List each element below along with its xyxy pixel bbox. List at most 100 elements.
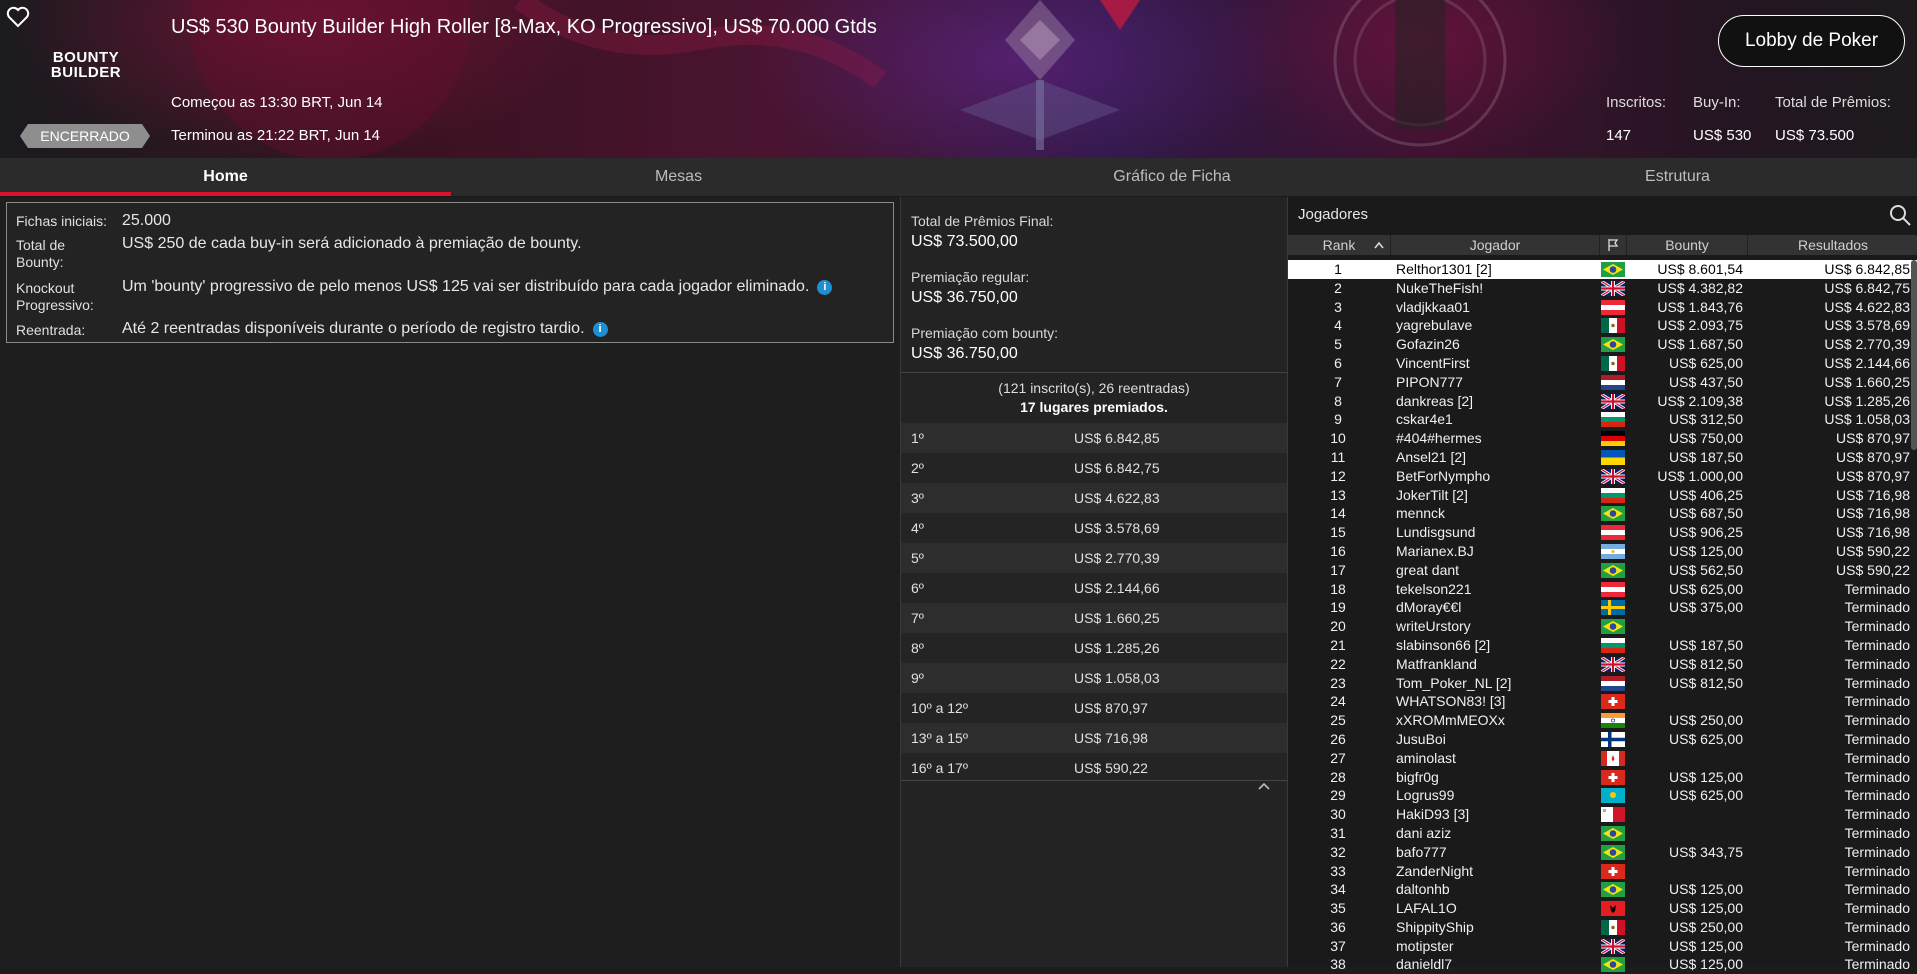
entrants-value: 147 — [1606, 127, 1632, 144]
player-row[interactable]: 13 JokerTilt [2] US$ 406,25 US$ 716,98 — [1288, 486, 1917, 505]
player-row[interactable]: 20 writeUrstory Terminado — [1288, 617, 1917, 636]
column-results[interactable]: Resultados — [1748, 235, 1917, 255]
player-row[interactable]: 19 dMoray€€l US$ 375,00 Terminado — [1288, 598, 1917, 617]
players-scrollbar[interactable] — [1911, 260, 1917, 450]
player-row[interactable]: 28 bigfr0g US$ 125,00 Terminado — [1288, 768, 1917, 787]
tab-estrutura[interactable]: Estrutura — [1438, 158, 1917, 196]
buyin-label: Buy-In: — [1693, 94, 1741, 111]
player-row[interactable]: 4 yagrebulave US$ 2.093,75 US$ 3.578,69 — [1288, 316, 1917, 335]
player-bounty: US$ 1.687,50 — [1657, 336, 1743, 353]
player-row[interactable]: 17 great dant US$ 562,50 US$ 590,22 — [1288, 561, 1917, 580]
player-row[interactable]: 34 daltonhb US$ 125,00 Terminado — [1288, 880, 1917, 899]
player-rank: 37 — [1330, 937, 1346, 954]
column-player[interactable]: Jogador — [1391, 235, 1600, 255]
tab-mesas[interactable]: Mesas — [451, 158, 906, 196]
player-row[interactable]: 6 VincentFirst US$ 625,00 US$ 2.144,66 — [1288, 354, 1917, 373]
player-name: cskar4e1 — [1396, 411, 1453, 428]
player-bounty: US$ 125,00 — [1669, 937, 1743, 954]
poker-lobby-button[interactable]: Lobby de Poker — [1718, 15, 1905, 67]
player-name: VincentFirst — [1396, 354, 1470, 371]
player-name: #404#hermes — [1396, 430, 1482, 447]
payout-row: 3º US$ 4.622,83 — [901, 483, 1287, 513]
tab-chip-graph[interactable]: Gráfico de Ficha — [906, 158, 1438, 196]
player-row[interactable]: 35 LAFAL1O US$ 125,00 Terminado — [1288, 899, 1917, 918]
payout-position: 9º — [911, 670, 924, 686]
tab-bar: Home Mesas Gráfico de Ficha Estrutura — [0, 158, 1917, 197]
player-row[interactable]: 22 Matfrankland US$ 812,50 Terminado — [1288, 655, 1917, 674]
player-row[interactable]: 31 dani aziz Terminado — [1288, 824, 1917, 843]
paid-places-summary: 17 lugares premiados. — [1020, 399, 1168, 415]
player-row[interactable]: 1 Relthor1301 [2] US$ 8.601,54 US$ 6.842,85 — [1288, 260, 1917, 279]
player-bounty: US$ 250,00 — [1669, 712, 1743, 729]
player-row[interactable]: 30 HakiD93 [3] Terminado — [1288, 805, 1917, 824]
player-row[interactable]: 27 aminolast Terminado — [1288, 749, 1917, 768]
player-rank: 18 — [1330, 580, 1346, 597]
player-row[interactable]: 29 Logrus99 US$ 625,00 Terminado — [1288, 786, 1917, 805]
player-name: dMoray€€l — [1396, 599, 1462, 616]
player-rank: 20 — [1330, 618, 1346, 635]
player-row[interactable]: 2 NukeTheFish! US$ 4.382,82 US$ 6.842,75 — [1288, 279, 1917, 298]
country-flag-icon — [1601, 468, 1625, 484]
player-bounty: US$ 125,00 — [1669, 768, 1743, 785]
player-row[interactable]: 8 dankreas [2] US$ 2.109,38 US$ 1.285,26 — [1288, 392, 1917, 411]
tab-home[interactable]: Home — [0, 158, 451, 196]
player-bounty: US$ 687,50 — [1669, 505, 1743, 522]
country-flag-icon — [1601, 355, 1625, 371]
player-bounty: US$ 125,00 — [1669, 881, 1743, 898]
payout-row: 8º US$ 1.285,26 — [901, 633, 1287, 663]
country-flag-icon — [1601, 713, 1625, 729]
player-row[interactable]: 33 ZanderNight Terminado — [1288, 862, 1917, 881]
player-row[interactable]: 32 bafo777 US$ 343,75 Terminado — [1288, 843, 1917, 862]
player-name: Ansel21 [2] — [1396, 448, 1467, 465]
country-flag-icon — [1601, 863, 1625, 879]
player-row[interactable]: 36 ShippityShip US$ 250,00 Terminado — [1288, 918, 1917, 937]
player-rank: 2 — [1334, 279, 1342, 296]
sort-ascending-icon[interactable] — [1373, 241, 1385, 249]
chevron-up-icon[interactable] — [1257, 781, 1271, 791]
player-row[interactable]: 26 JusuBoi US$ 625,00 Terminado — [1288, 730, 1917, 749]
player-name: aminolast — [1396, 749, 1456, 766]
player-row[interactable]: 12 BetForNympho US$ 1.000,00 US$ 870,97 — [1288, 467, 1917, 486]
column-bounty[interactable]: Bounty — [1627, 235, 1748, 255]
player-row[interactable]: 18 tekelson221 US$ 625,00 Terminado — [1288, 580, 1917, 599]
payout-amount: US$ 1.660,25 — [1074, 610, 1160, 626]
flag-icon — [1608, 239, 1619, 251]
player-name: JusuBoi — [1396, 730, 1446, 747]
player-row[interactable]: 21 slabinson66 [2] US$ 187,50 Terminado — [1288, 636, 1917, 655]
player-row[interactable]: 16 Marianex.BJ US$ 125,00 US$ 590,22 — [1288, 542, 1917, 561]
player-row[interactable]: 24 WHATSON83! [3] Terminado — [1288, 692, 1917, 711]
player-row[interactable]: 11 Ansel21 [2] US$ 187,50 US$ 870,97 — [1288, 448, 1917, 467]
player-row[interactable]: 9 cskar4e1 US$ 312,50 US$ 1.058,03 — [1288, 410, 1917, 429]
payout-amount: US$ 6.842,85 — [1074, 430, 1160, 446]
prize-panel: Total de Prêmios Final: US$ 73.500,00 Pr… — [900, 197, 1287, 967]
favorite-heart-icon[interactable] — [6, 6, 30, 28]
player-bounty: US$ 906,25 — [1669, 524, 1743, 541]
regular-prize-value: US$ 36.750,00 — [911, 289, 1018, 306]
player-result: US$ 590,22 — [1836, 561, 1910, 578]
player-row[interactable]: 10 #404#hermes US$ 750,00 US$ 870,97 — [1288, 429, 1917, 448]
column-country[interactable] — [1600, 235, 1627, 255]
reentry-info-icon[interactable]: i — [592, 322, 608, 337]
player-row[interactable]: 14 mennck US$ 687,50 US$ 716,98 — [1288, 504, 1917, 523]
bounty-total-label: Total de Bounty: — [16, 237, 66, 270]
player-row[interactable]: 5 Gofazin26 US$ 1.687,50 US$ 2.770,39 — [1288, 335, 1917, 354]
knockout-info-icon[interactable]: i — [817, 280, 833, 295]
player-result: US$ 870,97 — [1836, 430, 1910, 447]
player-row[interactable]: 37 motipster US$ 125,00 Terminado — [1288, 937, 1917, 956]
player-row[interactable]: 38 danieldl7 US$ 125,00 Terminado — [1288, 955, 1917, 974]
player-row[interactable]: 25 xXROMmMEOXx US$ 250,00 Terminado — [1288, 711, 1917, 730]
column-rank[interactable]: Rank — [1288, 235, 1391, 255]
player-row[interactable]: 23 Tom_Poker_NL [2] US$ 812,50 Terminado — [1288, 674, 1917, 693]
player-rank: 27 — [1330, 749, 1346, 766]
player-result: Terminado — [1844, 824, 1910, 841]
player-row[interactable]: 15 Lundisgsund US$ 906,25 US$ 716,98 — [1288, 523, 1917, 542]
player-row[interactable]: 3 vladjkkaa01 US$ 1.843,76 US$ 4.622,83 — [1288, 298, 1917, 317]
player-result: Terminado — [1844, 693, 1910, 710]
payout-position: 13º a 15º — [911, 730, 968, 746]
search-icon[interactable] — [1888, 203, 1912, 227]
country-flag-icon — [1601, 901, 1625, 917]
player-name: Matfrankland — [1396, 655, 1477, 672]
knockout-value: Um 'bounty' progressivo de pelo menos US… — [122, 278, 810, 295]
player-row[interactable]: 7 PIPON777 US$ 437,50 US$ 1.660,25 — [1288, 373, 1917, 392]
bounty-builder-logo: BOUNTY BUILDER — [50, 49, 122, 81]
